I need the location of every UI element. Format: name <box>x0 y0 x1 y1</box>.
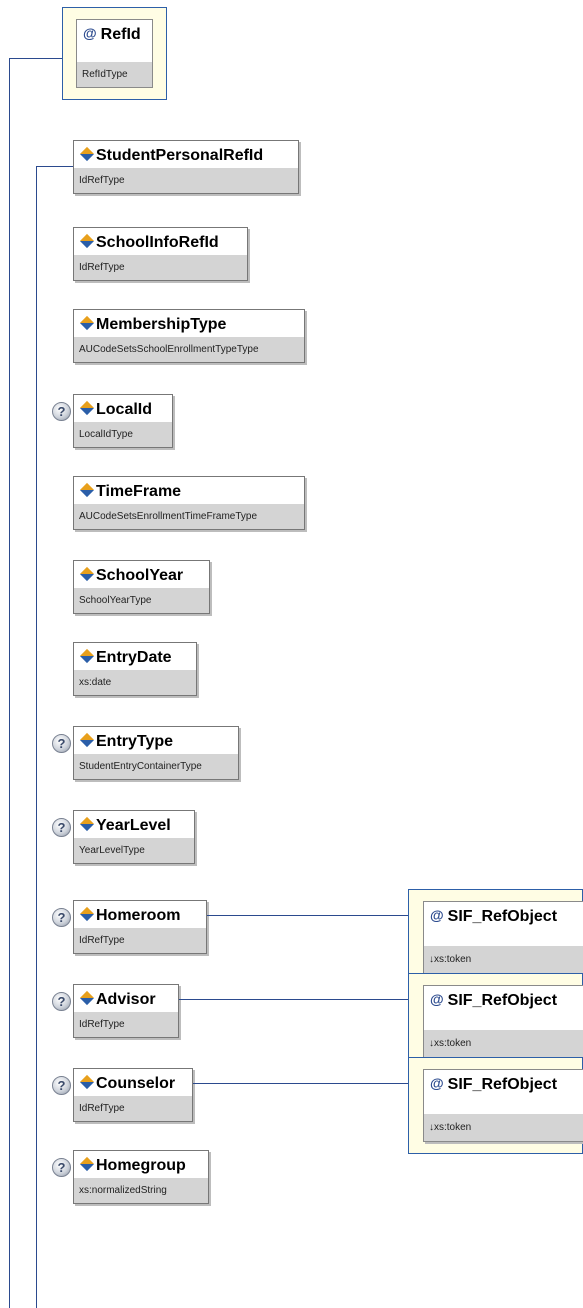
school-info-ref-id-name: SchoolInfoRefId <box>79 228 219 258</box>
sif-refobject-type: ↓xs:token <box>424 946 583 973</box>
element-diamond-icon <box>79 401 95 416</box>
entry-type-element[interactable]: EntryType StudentEntryContainerType <box>73 726 239 780</box>
question-mark-icon: ? <box>52 992 71 1011</box>
counselor-name: Counselor <box>79 1069 175 1099</box>
question-mark-icon: ? <box>52 908 71 927</box>
school-year-name: SchoolYear <box>79 561 183 591</box>
question-mark-icon: ? <box>52 402 71 421</box>
counselor-type: IdRefType <box>74 1096 192 1121</box>
local-id-type: LocalIdType <box>74 422 172 447</box>
sif-refobject-attribute[interactable]: @ SIF_RefObject ↓xs:token <box>423 901 583 974</box>
advisor-name: Advisor <box>79 985 156 1015</box>
advisor-connector <box>179 999 408 1000</box>
element-diamond-icon <box>79 1075 95 1090</box>
question-mark-icon: ? <box>52 1076 71 1095</box>
element-diamond-icon <box>79 649 95 664</box>
sif-refobject-attribute-group: @ SIF_RefObject ↓xs:token <box>408 973 583 1070</box>
entry-type-type: StudentEntryContainerType <box>74 754 238 779</box>
element-diamond-icon <box>79 483 95 498</box>
at-sign-icon: @ <box>430 907 444 923</box>
refid-attribute-type: RefIdType <box>77 62 152 87</box>
sif-refobject-attribute[interactable]: @ SIF_RefObject ↓xs:token <box>423 1069 583 1142</box>
element-diamond-icon <box>79 733 95 748</box>
entry-date-type: xs:date <box>74 670 196 695</box>
element-diamond-icon <box>79 316 95 331</box>
homeroom-name: Homeroom <box>79 901 180 931</box>
entry-date-element[interactable]: EntryDate xs:date <box>73 642 197 696</box>
element-diamond-icon <box>79 907 95 922</box>
sif-refobject-attribute-group: @ SIF_RefObject ↓xs:token <box>408 889 583 986</box>
local-id-name: LocalId <box>79 395 152 425</box>
school-year-element[interactable]: SchoolYear SchoolYearType <box>73 560 210 614</box>
membership-type-type: AUCodeSetsSchoolEnrollmentTypeType <box>74 337 304 362</box>
membership-type-name: MembershipType <box>79 310 226 340</box>
refid-attribute-name: @ RefId <box>83 20 141 50</box>
advisor-type: IdRefType <box>74 1012 178 1037</box>
element-diamond-icon <box>79 1157 95 1172</box>
time-frame-element[interactable]: TimeFrame AUCodeSetsEnrollmentTimeFrameTy… <box>73 476 305 530</box>
homeroom-element[interactable]: Homeroom IdRefType <box>73 900 207 954</box>
membership-type-element[interactable]: MembershipType AUCodeSetsSchoolEnrollment… <box>73 309 305 363</box>
sif-refobject-type: ↓xs:token <box>424 1030 583 1057</box>
connector-outer-vertical <box>9 58 10 1308</box>
refid-attribute[interactable]: @ RefId RefIdType <box>76 19 153 88</box>
student-personal-ref-id-element[interactable]: StudentPersonalRefId IdRefType <box>73 140 299 194</box>
homegroup-element[interactable]: Homegroup xs:normalizedString <box>73 1150 209 1204</box>
student-personal-ref-id-name: StudentPersonalRefId <box>79 141 263 171</box>
local-id-element[interactable]: LocalId LocalIdType <box>73 394 173 448</box>
element-diamond-icon <box>79 991 95 1006</box>
time-frame-name: TimeFrame <box>79 477 181 507</box>
counselor-connector <box>193 1083 408 1084</box>
school-year-type: SchoolYearType <box>74 588 209 613</box>
school-info-ref-id-type: IdRefType <box>74 255 247 280</box>
sif-refobject-type: ↓xs:token <box>424 1114 583 1141</box>
question-mark-icon: ? <box>52 1158 71 1177</box>
sif-refobject-name: @ SIF_RefObject <box>430 1070 557 1100</box>
at-sign-icon: @ <box>83 25 97 41</box>
sif-refobject-attribute-group: @ SIF_RefObject ↓xs:token <box>408 1057 583 1154</box>
entry-type-name: EntryType <box>79 727 173 757</box>
at-sign-icon: @ <box>430 1075 444 1091</box>
connector-refid-horizontal <box>9 58 62 59</box>
time-frame-type: AUCodeSetsEnrollmentTimeFrameType <box>74 504 304 529</box>
counselor-element[interactable]: Counselor IdRefType <box>73 1068 193 1122</box>
question-mark-icon: ? <box>52 818 71 837</box>
sif-refobject-name: @ SIF_RefObject <box>430 986 557 1016</box>
connector-inner-vertical <box>36 166 37 1308</box>
element-diamond-icon <box>79 234 95 249</box>
element-diamond-icon <box>79 567 95 582</box>
refid-attribute-group: @ RefId RefIdType <box>62 7 167 100</box>
year-level-name: YearLevel <box>79 811 171 841</box>
school-info-ref-id-element[interactable]: SchoolInfoRefId IdRefType <box>73 227 248 281</box>
question-mark-icon: ? <box>52 734 71 753</box>
sif-refobject-attribute[interactable]: @ SIF_RefObject ↓xs:token <box>423 985 583 1058</box>
entry-date-name: EntryDate <box>79 643 172 673</box>
homeroom-type: IdRefType <box>74 928 206 953</box>
at-sign-icon: @ <box>430 991 444 1007</box>
homegroup-name: Homegroup <box>79 1151 186 1181</box>
connector-first-element <box>36 166 73 167</box>
element-diamond-icon <box>79 817 95 832</box>
element-diamond-icon <box>79 147 95 162</box>
year-level-element[interactable]: YearLevel YearLevelType <box>73 810 195 864</box>
advisor-element[interactable]: Advisor IdRefType <box>73 984 179 1038</box>
homegroup-type: xs:normalizedString <box>74 1178 208 1203</box>
year-level-type: YearLevelType <box>74 838 194 863</box>
student-personal-ref-id-type: IdRefType <box>74 168 298 193</box>
homeroom-connector <box>207 915 408 916</box>
sif-refobject-name: @ SIF_RefObject <box>430 902 557 932</box>
